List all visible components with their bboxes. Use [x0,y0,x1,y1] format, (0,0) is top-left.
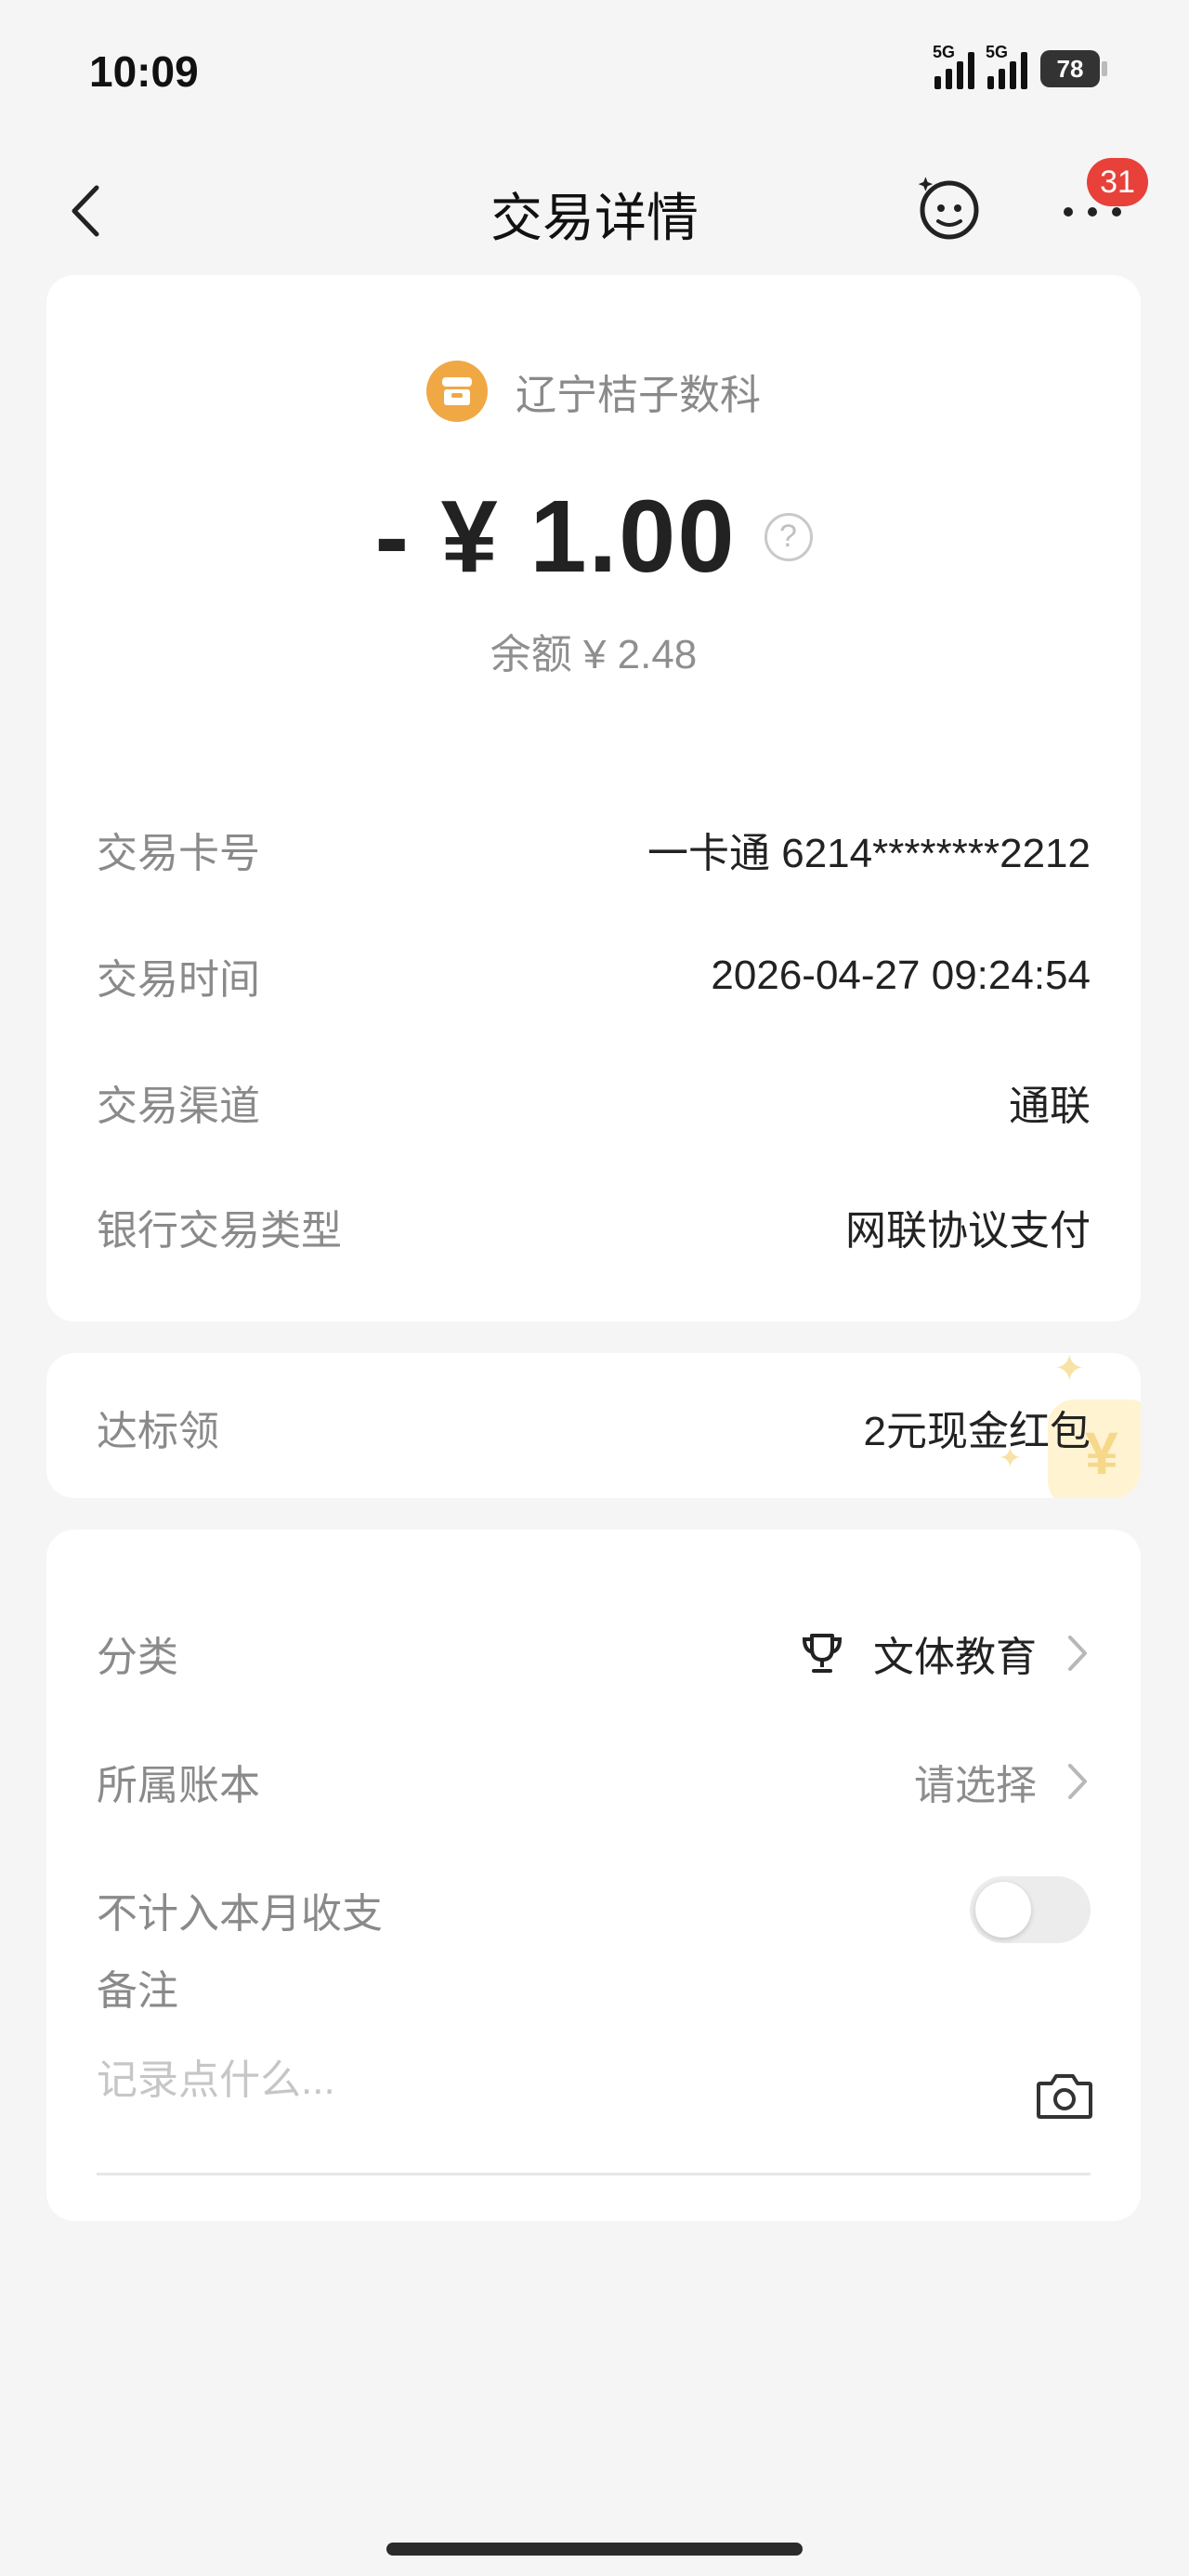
reward-value: 2元现金红包 [863,1409,1091,1454]
chevron-right-icon [1068,1636,1087,1671]
detail-label: 交易时间 [97,957,260,1003]
amount-row: - ¥ 1.00 ? [46,478,1141,596]
store-icon [426,361,488,422]
nav-bar: 交易详情 31 [0,158,1189,260]
sparkle-icon: ✦ [1053,1353,1085,1389]
note-input[interactable] [97,2057,1026,2104]
merchant-name: 辽宁桔子数科 [516,373,761,418]
detail-value: 网联协议支付 [845,1208,1091,1254]
network-type-1: 5G [933,43,956,61]
transaction-card: 辽宁桔子数科 - ¥ 1.00 ? 余额 ¥ 2.48 交易卡号 一卡通 621… [46,275,1141,1321]
toggle-knob [975,1882,1031,1938]
detail-row-channel: 交易渠道 通联 [97,1074,1091,1130]
battery-icon: 78 [1040,50,1107,87]
exclude-toggle[interactable] [970,1876,1091,1943]
category-value: 文体教育 [873,1635,1037,1680]
detail-label: 银行交易类型 [97,1208,342,1254]
page-title: 交易详情 [490,189,699,247]
assistant-bot-icon[interactable] [916,175,983,242]
detail-row-time: 交易时间 2026-04-27 09:24:54 [97,948,1091,1004]
detail-row-card-number: 交易卡号 一卡通 6214********2212 [97,821,1091,877]
status-time: 10:09 [89,47,199,96]
notification-badge: 31 [1087,158,1148,206]
status-bar: 10:09 5G 5G 78 [0,0,1189,149]
reward-card[interactable]: ✦ ✦ ¥ 达标领 2元现金红包 [46,1353,1141,1498]
home-indicator[interactable] [386,2543,803,2556]
help-icon[interactable]: ? [764,512,813,561]
detail-label: 交易卡号 [97,831,260,876]
trophy-icon [802,1634,843,1673]
account-book-value: 请选择 [914,1763,1037,1808]
reward-label: 达标领 [97,1409,219,1454]
exclude-label: 不计入本月收支 [97,1891,383,1937]
detail-value: 通联 [1009,1084,1091,1129]
detail-value: 一卡通 6214********2212 [647,831,1091,876]
transaction-amount: - ¥ 1.00 [374,480,737,594]
signal-icon: 5G [986,43,1027,89]
detail-label: 交易渠道 [97,1084,260,1129]
account-book-row[interactable]: 所属账本 请选择 [97,1749,1091,1814]
chevron-right-icon [1068,1764,1087,1799]
note-divider [97,2173,1091,2175]
detail-row-bank-type: 银行交易类型 网联协议支付 [97,1199,1091,1255]
camera-icon[interactable] [1035,2072,1094,2121]
merchant-row[interactable]: 辽宁桔子数科 [46,361,1141,422]
account-book-label: 所属账本 [97,1763,260,1808]
note-label: 备注 [97,1968,178,2014]
balance-text: 余额 ¥ 2.48 [490,632,698,677]
exclude-row: 不计入本月收支 [97,1876,1091,1943]
category-label: 分类 [97,1635,178,1680]
signal-icon: 5G [933,43,974,89]
category-row[interactable]: 分类 文体教育 [97,1621,1091,1686]
status-indicators: 5G 5G 78 [933,43,1107,89]
settings-card: 分类 文体教育 所属账本 请选择 不计入本月收支 备注 记录点什么... [46,1530,1141,2221]
network-type-2: 5G [986,43,1009,61]
detail-value: 2026-04-27 09:24:54 [711,953,1091,998]
